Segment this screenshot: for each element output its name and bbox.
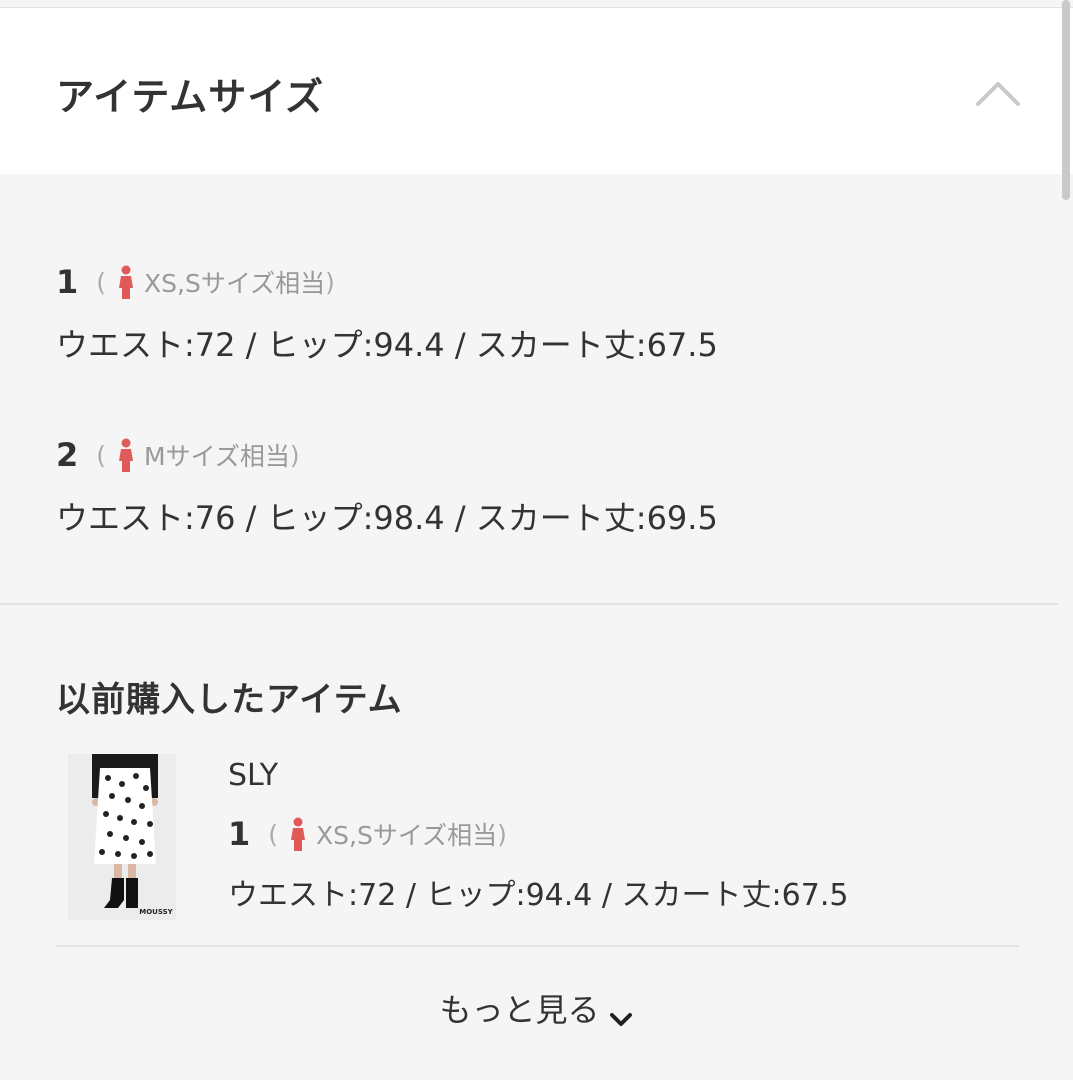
show-more-button[interactable]: もっと見る (0, 985, 1073, 1031)
purchased-item-brand: SLY (228, 758, 279, 793)
size-measurements: ウエスト:72 / ヒップ:94.4 / スカート丈:67.5 (56, 326, 718, 364)
paren-close: ) (497, 819, 507, 849)
show-more-label: もっと見る (439, 991, 600, 1029)
list-divider (56, 945, 1019, 947)
purchased-item-info: SLY 1 ( XS,Sサイズ相当 ) ウエスト:72 / ヒップ:94.4 /… (228, 758, 848, 914)
top-border (0, 0, 1073, 8)
thumb-logo: MOUSSY (139, 908, 173, 916)
purchased-item-image[interactable]: MOUSSY (56, 754, 193, 920)
size-heading: 1 ( XS,Sサイズ相当 ) (56, 262, 718, 302)
size-equivalent-text: XS,Sサイズ相当 (316, 821, 498, 850)
size-entry: 2 ( Mサイズ相当 ) ウエスト:76 / ヒップ:98.4 / スカート丈:… (56, 435, 718, 539)
size-heading: 1 ( XS,Sサイズ相当 ) (228, 814, 848, 854)
size-equivalent: ( XS,Sサイズ相当 ) (268, 816, 507, 852)
scrollbar[interactable] (1059, 0, 1073, 1080)
woman-icon (116, 265, 136, 299)
paren-open: ( (268, 819, 279, 849)
scrollbar-thumb[interactable] (1062, 0, 1070, 200)
item-size-header[interactable]: アイテムサイズ (0, 8, 1073, 174)
size-heading: 2 ( Mサイズ相当 ) (56, 435, 718, 475)
paren-open: ( (96, 267, 107, 297)
size-equivalent-text: Mサイズ相当 (144, 442, 290, 471)
chevron-down-icon (608, 999, 634, 1026)
size-entry: 1 ( XS,Sサイズ相当 ) ウエスト:72 / ヒップ:94.4 / スカー… (56, 262, 718, 366)
size-equivalent-text: XS,Sサイズ相当 (144, 269, 326, 298)
size-measurements: ウエスト:72 / ヒップ:94.4 / スカート丈:67.5 (228, 878, 849, 913)
size-number: 1 (56, 263, 79, 301)
chevron-up-icon[interactable] (970, 66, 1026, 122)
size-equivalent: ( XS,Sサイズ相当 ) (96, 264, 335, 300)
woman-icon (116, 438, 136, 472)
size-number: 2 (56, 436, 79, 474)
paren-open: ( (96, 440, 107, 470)
woman-icon (288, 817, 308, 851)
paren-close: ) (325, 267, 335, 297)
section-divider (0, 603, 1058, 605)
size-measurements: ウエスト:76 / ヒップ:98.4 / スカート丈:69.5 (56, 499, 718, 537)
paren-close: ) (289, 440, 300, 470)
section-title-item-size: アイテムサイズ (56, 75, 325, 119)
section-title-purchased: 以前購入したアイテム (56, 680, 403, 720)
size-equivalent: ( Mサイズ相当 ) (96, 437, 300, 473)
size-number: 1 (228, 815, 251, 853)
